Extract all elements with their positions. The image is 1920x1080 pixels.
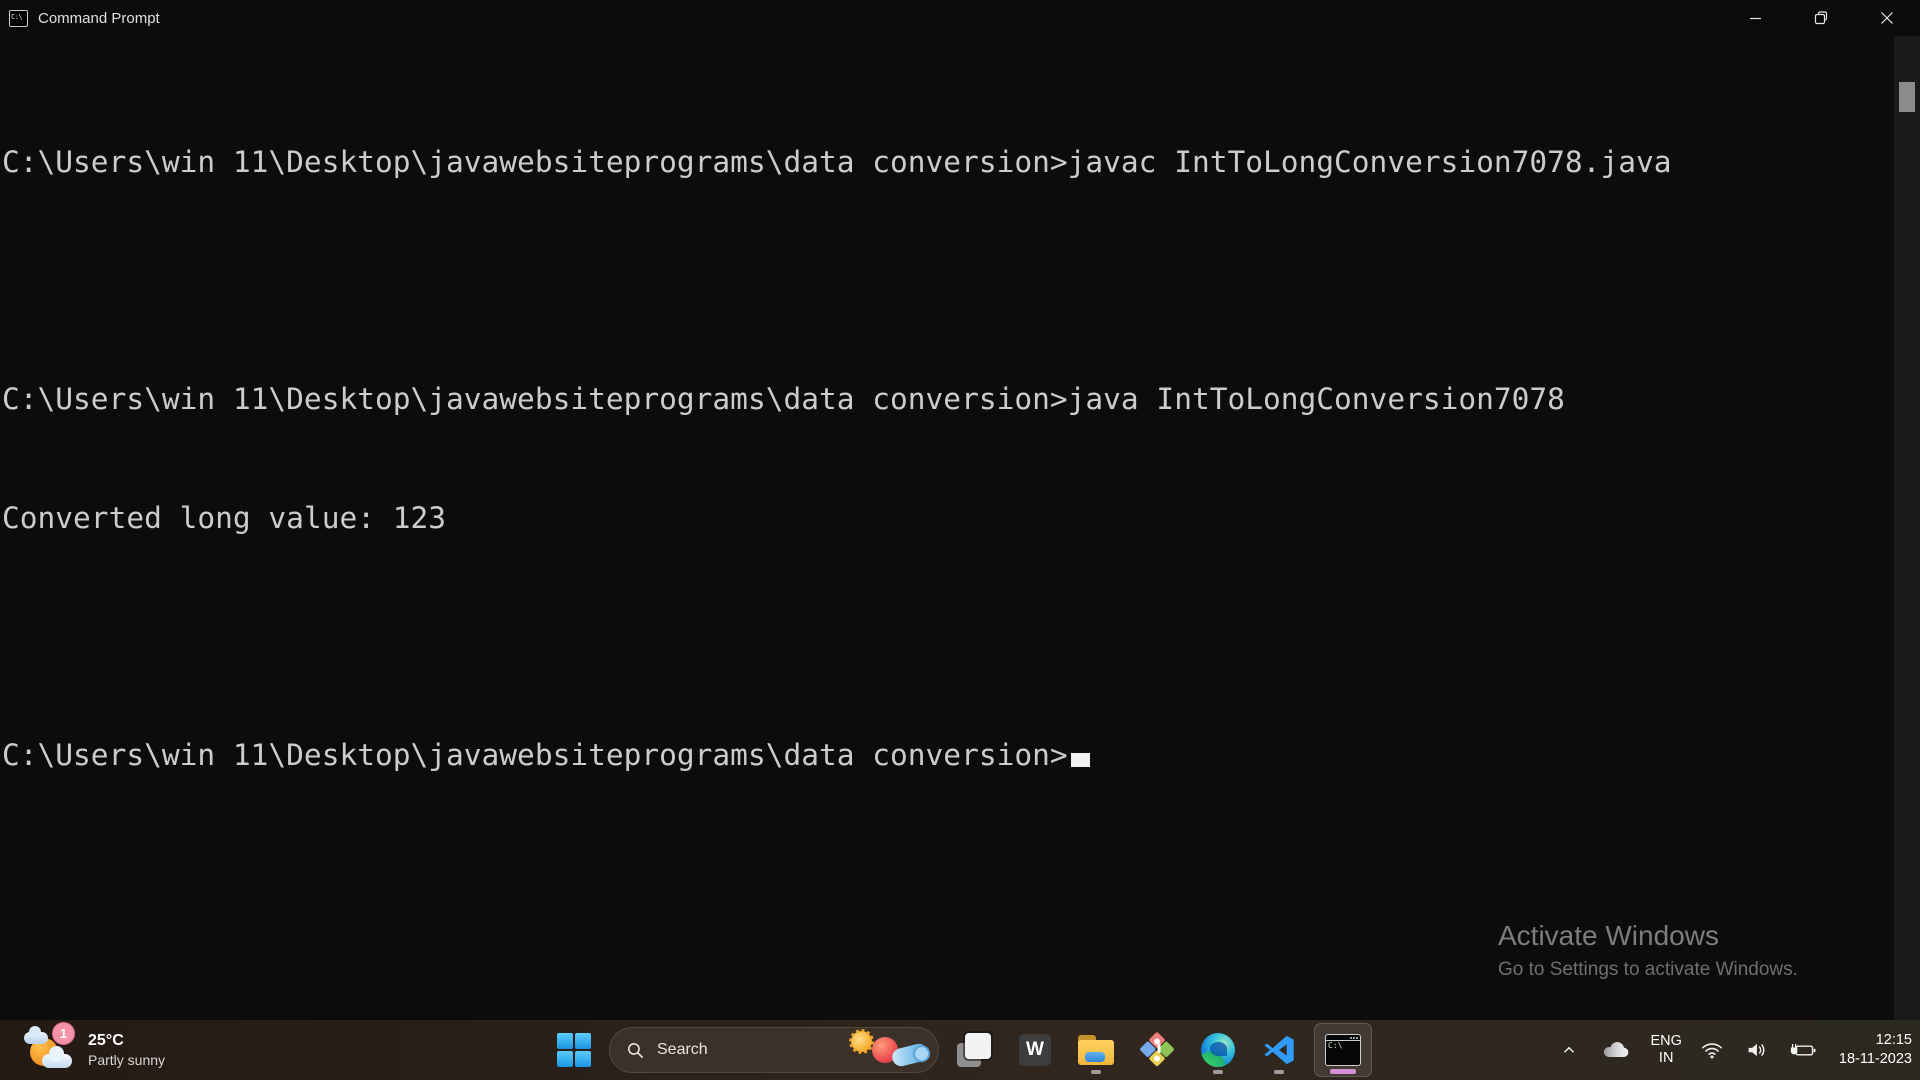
git-icon xyxy=(1139,1031,1176,1069)
weather-condition: Partly sunny xyxy=(88,1052,166,1068)
taskbar-item-git[interactable] xyxy=(1131,1024,1183,1076)
terminal-output-area[interactable]: C:\Users\win 11\Desktop\javawebsiteprogr… xyxy=(0,36,1920,1020)
speaker-icon xyxy=(1748,1043,1765,1057)
minimize-button[interactable] xyxy=(1722,0,1788,36)
running-indicator xyxy=(1091,1070,1101,1074)
cloud-icon xyxy=(24,1026,48,1044)
search-highlight-icons xyxy=(849,1028,930,1069)
terminal-line: Converted long value: 123 xyxy=(2,500,447,535)
file-explorer-icon xyxy=(1078,1035,1114,1065)
sun-emoji-icon xyxy=(849,1028,874,1054)
partly-sunny-icon: 1 xyxy=(24,1022,76,1072)
word-icon: W xyxy=(1019,1034,1051,1066)
notification-badge: 1 xyxy=(52,1022,75,1045)
search-box[interactable]: Search xyxy=(609,1027,939,1073)
language-line2: IN xyxy=(1658,1050,1674,1066)
weather-text: 25°C Partly sunny xyxy=(88,1031,165,1069)
terminal-line: C:\Users\win 11\Desktop\javawebsiteprogr… xyxy=(2,382,1565,416)
language-line1: ENG xyxy=(1650,1033,1682,1049)
start-button[interactable] xyxy=(548,1024,600,1076)
wifi-icon xyxy=(1701,1043,1722,1059)
search-label: Search xyxy=(657,1041,708,1058)
vscode-icon xyxy=(1264,1035,1294,1065)
taskbar-item-word[interactable]: W xyxy=(1009,1024,1061,1076)
taskbar-item-vscode[interactable] xyxy=(1253,1024,1305,1076)
minimize-icon xyxy=(1749,17,1761,19)
wifi-button[interactable] xyxy=(1697,1037,1727,1063)
terminal-icon-glyph: C:\ xyxy=(1328,1041,1343,1050)
taskbar-item-file-explorer[interactable] xyxy=(1070,1024,1122,1076)
clock[interactable]: 12:15 18-11-2023 xyxy=(1839,1031,1912,1069)
task-view-button[interactable] xyxy=(948,1024,1000,1076)
volume-button[interactable] xyxy=(1742,1037,1771,1063)
terminal-prompt-text: C:\Users\win 11\Desktop\javawebsiteprogr… xyxy=(2,737,1068,772)
taskbar: 1 25°C Partly sunny Search W C:\ ENG IN … xyxy=(0,1020,1920,1080)
scrollbar-thumb[interactable] xyxy=(1899,82,1915,112)
running-indicator xyxy=(1274,1070,1284,1074)
tray-date: 18-11-2023 xyxy=(1838,1051,1912,1067)
weather-widget[interactable]: 1 25°C Partly sunny xyxy=(14,1020,175,1080)
taskbar-item-command-prompt-active[interactable]: C:\ xyxy=(1314,1023,1372,1077)
taskbar-item-edge[interactable] xyxy=(1192,1024,1244,1076)
command-prompt-icon: C:\ xyxy=(9,9,28,27)
terminal-prompt-line: C:\Users\win 11\Desktop\javawebsiteprogr… xyxy=(2,736,1880,776)
watermark-subtitle: Go to Settings to activate Windows. xyxy=(1498,959,1798,980)
tray-time: 12:15 xyxy=(1875,1032,1912,1048)
battery-button[interactable] xyxy=(1786,1038,1820,1063)
tray-chevron-up-button[interactable] xyxy=(1556,1037,1582,1063)
titlebar-left: C:\ Command Prompt xyxy=(0,9,160,27)
weather-temperature: 25°C xyxy=(88,1032,124,1049)
active-app-indicator xyxy=(1330,1069,1356,1074)
window-titlebar: C:\ Command Prompt xyxy=(0,0,1920,36)
command-prompt-window: C:\ Command Prompt C:\Users\win 11\Deskt… xyxy=(0,0,1920,1080)
word-icon-letter: W xyxy=(1026,1039,1044,1060)
system-tray: ENG IN 12:15 18-11-2023 xyxy=(1556,1020,1912,1080)
window-title: Command Prompt xyxy=(38,9,160,27)
window-controls xyxy=(1722,0,1920,36)
watermark-title: Activate Windows xyxy=(1498,920,1719,951)
terminal-scrollbar[interactable] xyxy=(1894,36,1920,1020)
terminal-text: C:\Users\win 11\Desktop\javawebsiteprogr… xyxy=(0,36,1920,854)
language-indicator[interactable]: ENG IN xyxy=(1650,1033,1681,1067)
battery-charging-icon xyxy=(1790,1043,1816,1056)
edge-browser-icon xyxy=(1201,1033,1235,1067)
cloud-icon xyxy=(42,1046,72,1068)
terminal-cursor xyxy=(1070,752,1090,767)
restore-button[interactable] xyxy=(1788,0,1854,36)
terminal-line: C:\Users\win 11\Desktop\javawebsiteprogr… xyxy=(2,145,1672,179)
onedrive-cloud-icon xyxy=(1604,1042,1629,1058)
restore-icon xyxy=(1814,11,1828,25)
search-icon xyxy=(627,1042,644,1058)
chevron-up-icon xyxy=(1564,1046,1575,1053)
close-button[interactable] xyxy=(1854,0,1920,36)
task-view-icon xyxy=(957,1033,991,1067)
activate-windows-watermark: Activate Windows Go to Settings to activ… xyxy=(1498,920,1798,981)
terminal-icon: C:\ xyxy=(1325,1034,1361,1066)
onedrive-button[interactable] xyxy=(1597,1036,1635,1064)
running-indicator xyxy=(1213,1070,1223,1074)
windows-logo-icon xyxy=(557,1033,591,1067)
close-icon xyxy=(1881,12,1893,24)
command-prompt-icon-glyph: C:\ xyxy=(11,12,23,21)
